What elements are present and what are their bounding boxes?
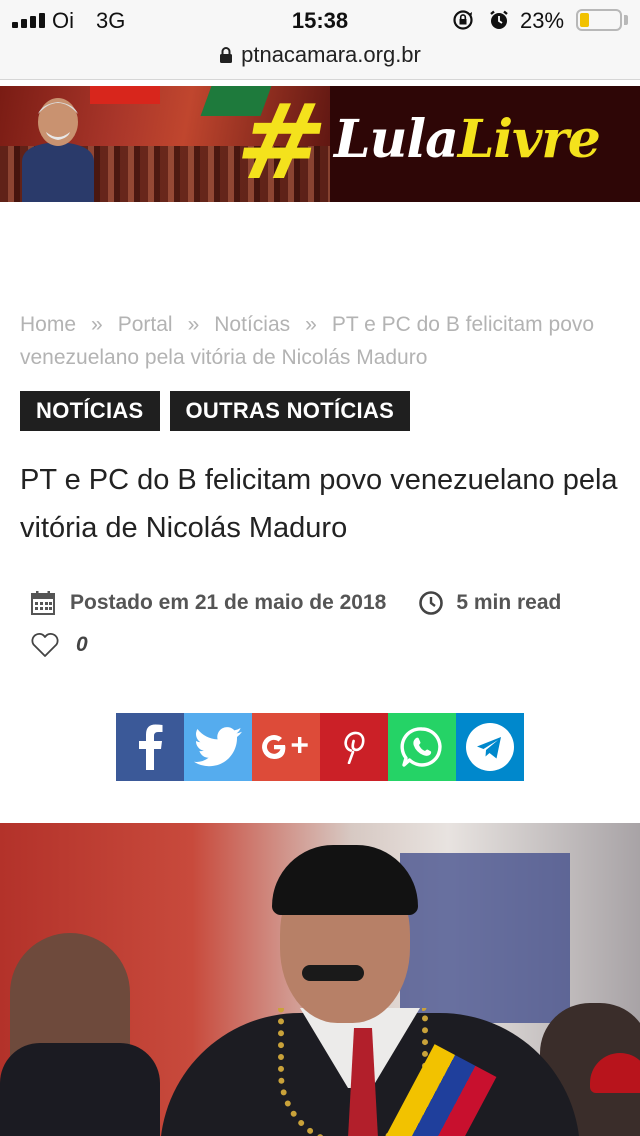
alarm-icon	[490, 10, 508, 29]
post-date: Postado em 21 de maio de 2018	[70, 591, 387, 614]
facebook-icon	[139, 724, 163, 770]
share-pinterest-button[interactable]	[320, 713, 388, 781]
breadcrumb-separator: »	[305, 313, 317, 336]
share-buttons	[116, 713, 524, 781]
category-tags: NOTÍCIAS OUTRAS NOTÍCIAS	[20, 391, 411, 431]
breadcrumb: Home» Portal» Notícias» PT e PC do B felici…	[20, 308, 630, 374]
article-featured-image[interactable]	[0, 823, 640, 1136]
share-telegram-button[interactable]	[456, 713, 524, 781]
google-plus-icon	[262, 735, 308, 759]
battery-icon	[576, 9, 622, 31]
orientation-lock-icon	[453, 10, 473, 30]
breadcrumb-home[interactable]: Home	[20, 313, 76, 336]
padlock-icon	[220, 47, 233, 63]
share-twitter-button[interactable]	[184, 713, 252, 781]
banner-title-livre: Livre	[457, 109, 601, 170]
person-figure	[22, 98, 94, 202]
share-google-plus-button[interactable]	[252, 713, 320, 781]
banner-title: LulaLivre	[334, 109, 601, 170]
banner-title-lula: Lula	[334, 109, 459, 170]
breadcrumb-noticias[interactable]: Notícias	[214, 313, 290, 336]
telegram-icon	[466, 723, 514, 771]
breadcrumb-separator: »	[91, 313, 103, 336]
background-person-suit	[0, 1043, 160, 1136]
battery-percent: 23%	[520, 8, 565, 33]
hair-shape	[272, 845, 418, 915]
battery-tip	[624, 15, 628, 25]
share-facebook-button[interactable]	[116, 713, 184, 781]
read-time: 5 min read	[456, 591, 562, 614]
share-whatsapp-button[interactable]	[388, 713, 456, 781]
likes[interactable]: 0	[30, 630, 88, 660]
twitter-icon	[194, 727, 242, 767]
address-bar[interactable]: ptnacamara.org.br	[0, 40, 640, 80]
status-bar: Oi 3G 15:38 23%	[0, 0, 640, 40]
article-title: PT e PC do B felicitam povo venezuelano …	[20, 464, 618, 544]
clock-icon	[419, 591, 444, 615]
pinterest-icon	[344, 731, 365, 764]
whatsapp-icon	[400, 727, 442, 767]
image-background-shape	[400, 853, 570, 1023]
url-text: ptnacamara.org.br	[241, 42, 421, 67]
heart-icon[interactable]	[30, 632, 60, 658]
lula-livre-banner[interactable]: # LulaLivre	[0, 86, 640, 202]
breadcrumb-portal[interactable]: Portal	[118, 313, 173, 336]
mustache-shape	[302, 965, 364, 981]
likes-count: 0	[76, 633, 88, 656]
calendar-icon	[31, 591, 55, 615]
post-meta: Postado em 21 de maio de 2018 5 min read	[30, 588, 561, 618]
breadcrumb-separator: »	[187, 313, 200, 336]
tag-outras-noticias[interactable]: OUTRAS NOTÍCIAS	[169, 391, 411, 431]
banner-hashtag: #	[227, 86, 336, 202]
tag-noticias[interactable]: NOTÍCIAS	[20, 391, 160, 431]
